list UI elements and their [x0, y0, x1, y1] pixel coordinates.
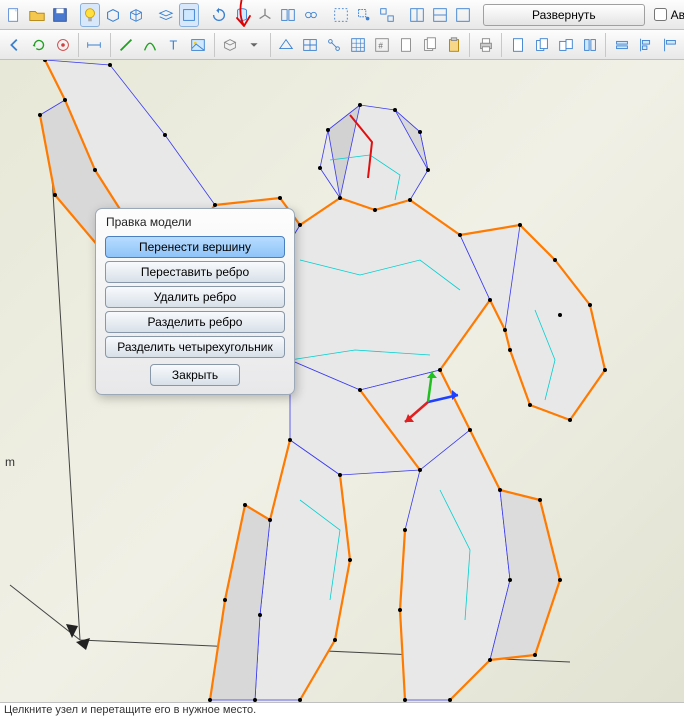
target-icon[interactable] [52, 33, 73, 57]
back-icon[interactable] [4, 33, 25, 57]
flow-icon[interactable] [323, 33, 344, 57]
svg-text:#: # [378, 41, 383, 50]
map-icon[interactable] [299, 33, 320, 57]
toolbar-secondary: T # [0, 30, 684, 60]
save-icon[interactable] [50, 3, 70, 27]
flip-h-icon[interactable] [579, 33, 600, 57]
popup-btn-split-quad[interactable]: Разделить четырехугольник [105, 336, 285, 358]
marquee-icon[interactable] [354, 3, 374, 27]
split-h-icon[interactable] [407, 3, 427, 27]
unfold-button[interactable]: Развернуть [483, 4, 645, 26]
grid-icon[interactable] [347, 33, 368, 57]
cube2-icon[interactable] [126, 3, 146, 27]
open-icon[interactable] [27, 3, 47, 27]
toolbar-main: Развернуть Авто [0, 0, 684, 30]
clipboard-icon[interactable] [443, 33, 464, 57]
align-l-icon[interactable] [635, 33, 656, 57]
viewport-3d[interactable]: m Правка модели Перенести вершину Перест… [0, 60, 684, 702]
popup-title: Правка модели [96, 209, 294, 233]
measure-icon[interactable] [84, 33, 105, 57]
status-bar: Целкните узел и перетащите его в нужное … [0, 702, 684, 720]
plane-icon[interactable] [275, 33, 296, 57]
popup-btn-swap-edge[interactable]: Переставить ребро [105, 261, 285, 283]
popup-btn-split-edge[interactable]: Разделить ребро [105, 311, 285, 333]
new-icon[interactable] [4, 3, 24, 27]
box-icon[interactable] [220, 33, 241, 57]
popup-btn-delete-edge[interactable]: Удалить ребро [105, 286, 285, 308]
copy-page-icon[interactable] [531, 33, 552, 57]
split-v-icon[interactable] [430, 3, 450, 27]
docs-icon[interactable] [419, 33, 440, 57]
cube-icon[interactable] [103, 3, 123, 27]
axis-label: m [5, 455, 15, 469]
panel-icon[interactable] [278, 3, 298, 27]
svg-text:T: T [170, 38, 178, 52]
edge-icon[interactable] [116, 33, 137, 57]
group-icon[interactable] [377, 3, 397, 27]
curve-icon[interactable] [140, 33, 161, 57]
align-r-icon[interactable] [659, 33, 680, 57]
popup-btn-move-vertex[interactable]: Перенести вершину [105, 236, 285, 258]
text-icon[interactable]: T [164, 33, 185, 57]
shape-icon[interactable] [179, 3, 199, 27]
print-icon[interactable] [475, 33, 496, 57]
doc-icon[interactable] [395, 33, 416, 57]
link-icon[interactable] [301, 3, 321, 27]
popup-close-button[interactable]: Закрыть [150, 364, 240, 386]
picture-icon[interactable] [188, 33, 209, 57]
page-icon[interactable] [507, 33, 528, 57]
refresh-icon[interactable] [28, 33, 49, 57]
arrow-down-icon[interactable] [244, 33, 265, 57]
layer-icon[interactable] [156, 3, 176, 27]
auto-label-text: Авто [671, 8, 684, 22]
window-icon[interactable] [453, 3, 473, 27]
num-icon[interactable]: # [371, 33, 392, 57]
edit-model-popup: Правка модели Перенести вершину Перестав… [95, 208, 295, 395]
flip-v-icon[interactable] [611, 33, 632, 57]
annotation-arrow [224, 0, 264, 34]
status-text: Целкните узел и перетащите его в нужное … [4, 704, 256, 716]
auto-checkbox[interactable] [654, 8, 667, 21]
select-icon[interactable] [331, 3, 351, 27]
lightbulb-icon[interactable] [80, 3, 100, 27]
pages-icon[interactable] [555, 33, 576, 57]
auto-checkbox-label[interactable]: Авто [654, 8, 684, 22]
